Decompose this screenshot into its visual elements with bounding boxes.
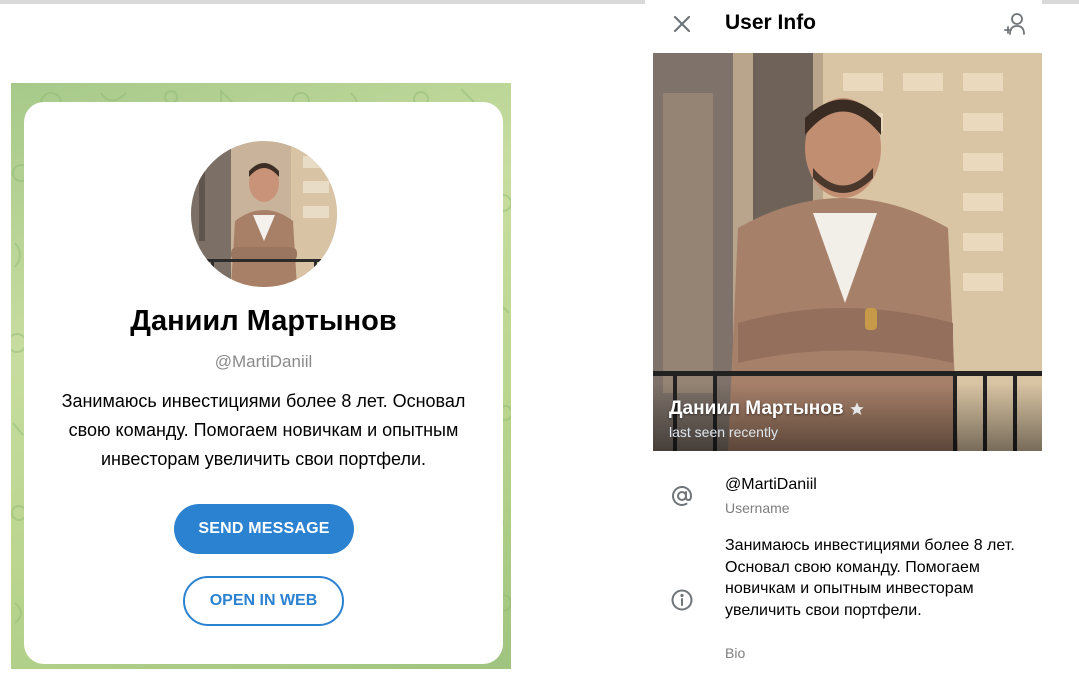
photo-overlay-name: Даниил Мартынов	[669, 398, 865, 420]
profile-name: Даниил Мартынов	[130, 305, 397, 337]
last-seen-status: last seen recently	[669, 424, 778, 440]
add-contact-icon[interactable]	[1002, 10, 1030, 38]
profile-username: @MartiDaniil	[214, 352, 313, 371]
username-value[interactable]: @MartiDaniil	[725, 476, 817, 494]
bio-value[interactable]: Занимаюсь инвестициями более 8 лет. Осно…	[725, 535, 1025, 621]
profile-photo[interactable]	[653, 53, 1042, 451]
avatar	[191, 141, 337, 287]
close-icon[interactable]	[671, 13, 693, 35]
top-divider	[0, 0, 645, 4]
bio-label: Bio	[725, 645, 746, 661]
star-icon	[849, 401, 865, 417]
open-in-web-button[interactable]: OPEN IN WEB	[183, 576, 344, 626]
at-icon	[670, 484, 694, 508]
user-name: Даниил Мартынов	[669, 398, 844, 419]
info-icon	[670, 588, 694, 612]
send-message-button[interactable]: SEND MESSAGE	[174, 504, 354, 554]
top-divider-right	[1042, 0, 1079, 4]
profile-bio: Занимаюсь инвестициями более 8 лет. Осно…	[61, 391, 466, 469]
username-label: Username	[725, 500, 790, 516]
panel-title: User Info	[725, 11, 817, 34]
